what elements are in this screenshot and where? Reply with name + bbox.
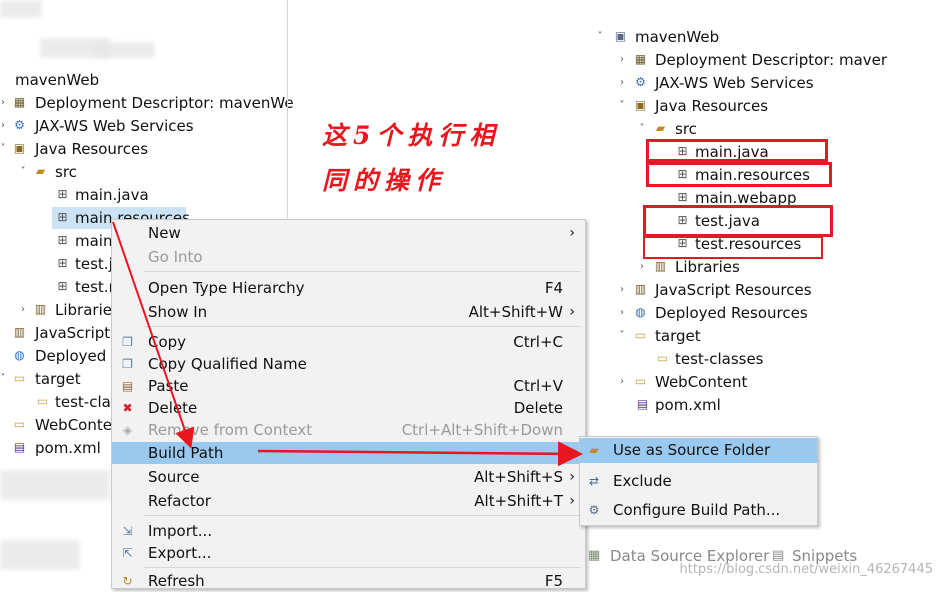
arrow-to-build-path [112, 221, 195, 449]
arrow-to-use-as-source-folder [257, 441, 583, 467]
annotation-arrows [112, 221, 583, 467]
